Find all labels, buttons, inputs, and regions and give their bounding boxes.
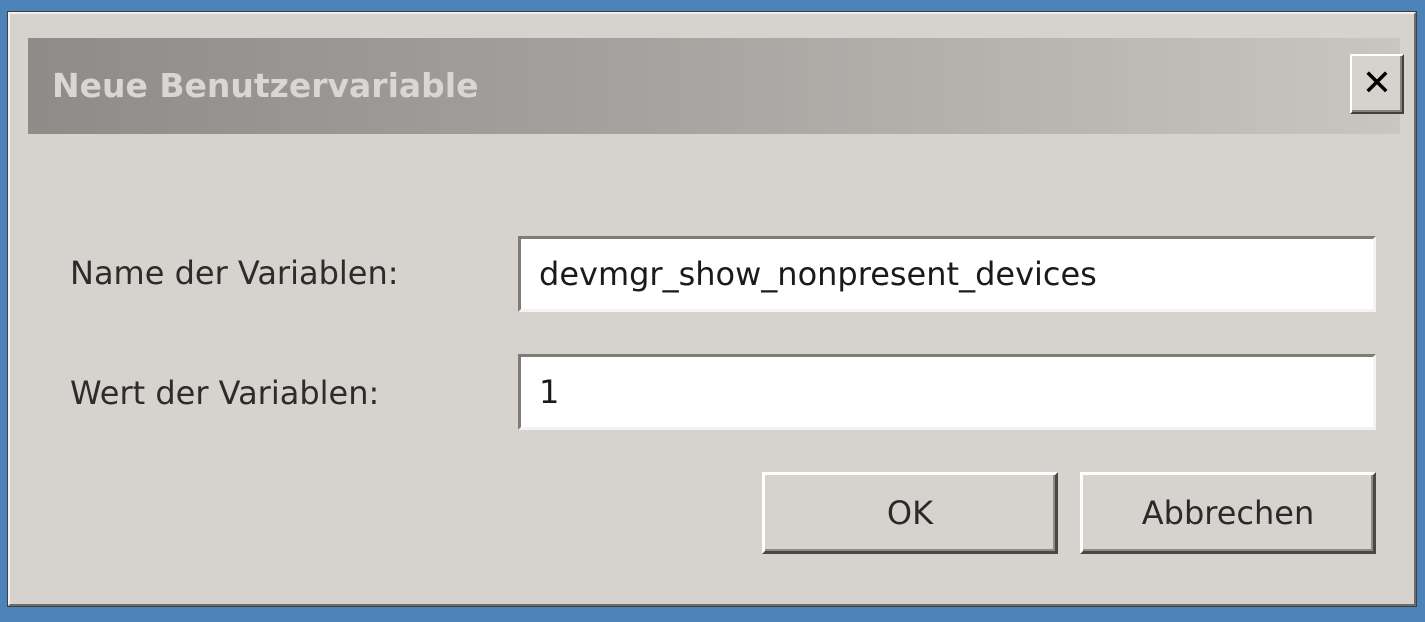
close-icon[interactable]: ✕	[1350, 54, 1404, 114]
variable-value-label: Wert der Variablen:	[70, 374, 380, 412]
cancel-button[interactable]: Abbrechen	[1080, 472, 1376, 554]
dialog-window: Neue Benutzervariable ✕ Name der Variabl…	[7, 11, 1417, 607]
variable-value-input[interactable]	[518, 354, 1376, 430]
title-bar[interactable]: Neue Benutzervariable ✕	[28, 38, 1404, 134]
window-title: Neue Benutzervariable	[52, 66, 479, 105]
ok-button[interactable]: OK	[762, 472, 1058, 554]
variable-name-input[interactable]	[518, 236, 1376, 312]
variable-name-label: Name der Variablen:	[70, 254, 399, 292]
